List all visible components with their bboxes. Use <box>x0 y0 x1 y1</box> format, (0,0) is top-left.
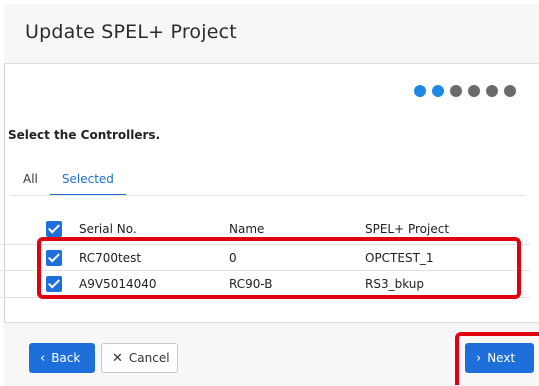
cancel-button-label: Cancel <box>128 351 170 365</box>
dialog-title: Update SPEL+ Project <box>25 21 237 43</box>
tab-divider <box>10 195 525 196</box>
controller-tabs: All Selected <box>23 172 150 196</box>
step-indicator <box>414 85 516 97</box>
step-dot-6 <box>504 85 516 97</box>
cancel-button[interactable]: ✕ Cancel <box>101 343 178 373</box>
back-button-label: Back <box>51 351 81 365</box>
next-highlight-box <box>455 332 539 385</box>
select-controllers-prompt: Select the Controllers. <box>8 128 161 142</box>
step-dot-5 <box>486 85 498 97</box>
rows-highlight-box <box>37 237 521 299</box>
step-dot-2 <box>432 85 444 97</box>
tab-selected[interactable]: Selected <box>49 172 126 196</box>
column-header-serial[interactable]: Serial No. <box>79 222 137 236</box>
step-dot-4 <box>468 85 480 97</box>
dialog-header: Update SPEL+ Project <box>4 4 539 64</box>
step-dot-3 <box>450 85 462 97</box>
chevron-left-icon: ‹ <box>40 350 46 366</box>
back-button[interactable]: ‹ Back <box>29 343 95 373</box>
column-header-name[interactable]: Name <box>229 222 264 236</box>
close-icon: ✕ <box>112 350 123 366</box>
column-header-project[interactable]: SPEL+ Project <box>365 222 449 236</box>
step-dot-1 <box>414 85 426 97</box>
tab-all[interactable]: All <box>23 172 38 196</box>
select-all-checkbox[interactable] <box>46 221 62 237</box>
